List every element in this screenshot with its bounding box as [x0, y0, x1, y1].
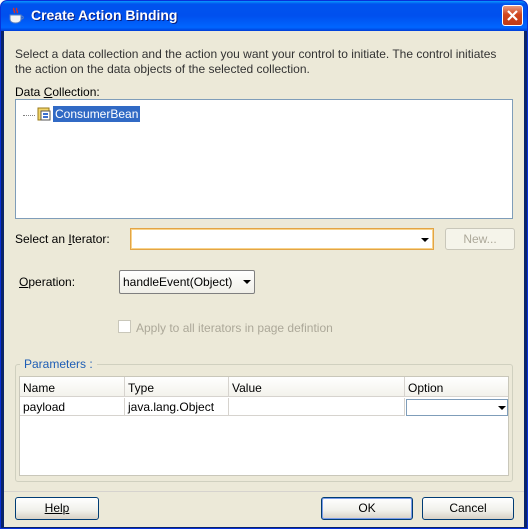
operation-select[interactable]: handleEvent(Object): [119, 270, 255, 294]
operation-label: Operation:: [19, 275, 76, 289]
apply-all-checkbox[interactable]: [118, 320, 131, 333]
chevron-down-icon: [498, 406, 506, 410]
dialog-body: Select a data collection and the action …: [4, 31, 524, 527]
tree-item-consumerbean[interactable]: ConsumerBean: [53, 106, 141, 122]
iterator-select[interactable]: [130, 228, 434, 250]
table-cell-name[interactable]: payload: [20, 398, 125, 416]
operation-value: handleEvent(Object): [123, 275, 233, 289]
iterator-label: Select an Iterator:: [15, 232, 110, 246]
close-button[interactable]: [502, 5, 523, 26]
table-cell-value[interactable]: [229, 398, 405, 416]
chevron-down-icon: [243, 280, 251, 284]
column-header-name[interactable]: Name: [20, 377, 125, 397]
ok-button[interactable]: OK: [321, 497, 413, 520]
close-icon: [507, 10, 518, 21]
column-header-option[interactable]: Option: [405, 377, 508, 397]
help-button[interactable]: Help: [15, 497, 99, 520]
parameters-title: Parameters :: [20, 357, 97, 371]
parameters-table[interactable]: Name Type Value Option payload java.lang…: [19, 376, 509, 476]
data-collection-label: Data Collection:: [15, 85, 100, 99]
cancel-button[interactable]: Cancel: [422, 497, 514, 520]
description-text: Select a data collection and the action …: [15, 47, 497, 76]
java-cup-icon: [9, 7, 24, 24]
iterator-dropdown-button[interactable]: [417, 230, 432, 248]
bean-icon: [37, 107, 51, 121]
data-collection-tree[interactable]: ConsumerBean: [15, 99, 513, 219]
apply-all-label: Apply to all iterators in page defintion: [136, 321, 333, 335]
dialog-window: Create Action Binding Select a data coll…: [0, 0, 528, 529]
tree-connector: [23, 115, 35, 116]
window-title: Create Action Binding: [31, 7, 178, 23]
chevron-down-icon: [421, 238, 429, 242]
table-cell-type[interactable]: java.lang.Object: [125, 398, 229, 416]
column-header-value[interactable]: Value: [229, 377, 405, 397]
new-iterator-button[interactable]: New...: [445, 228, 515, 250]
column-header-type[interactable]: Type: [125, 377, 229, 397]
option-select[interactable]: [406, 399, 508, 416]
title-bar[interactable]: Create Action Binding: [1, 1, 527, 31]
divider: [4, 491, 524, 492]
